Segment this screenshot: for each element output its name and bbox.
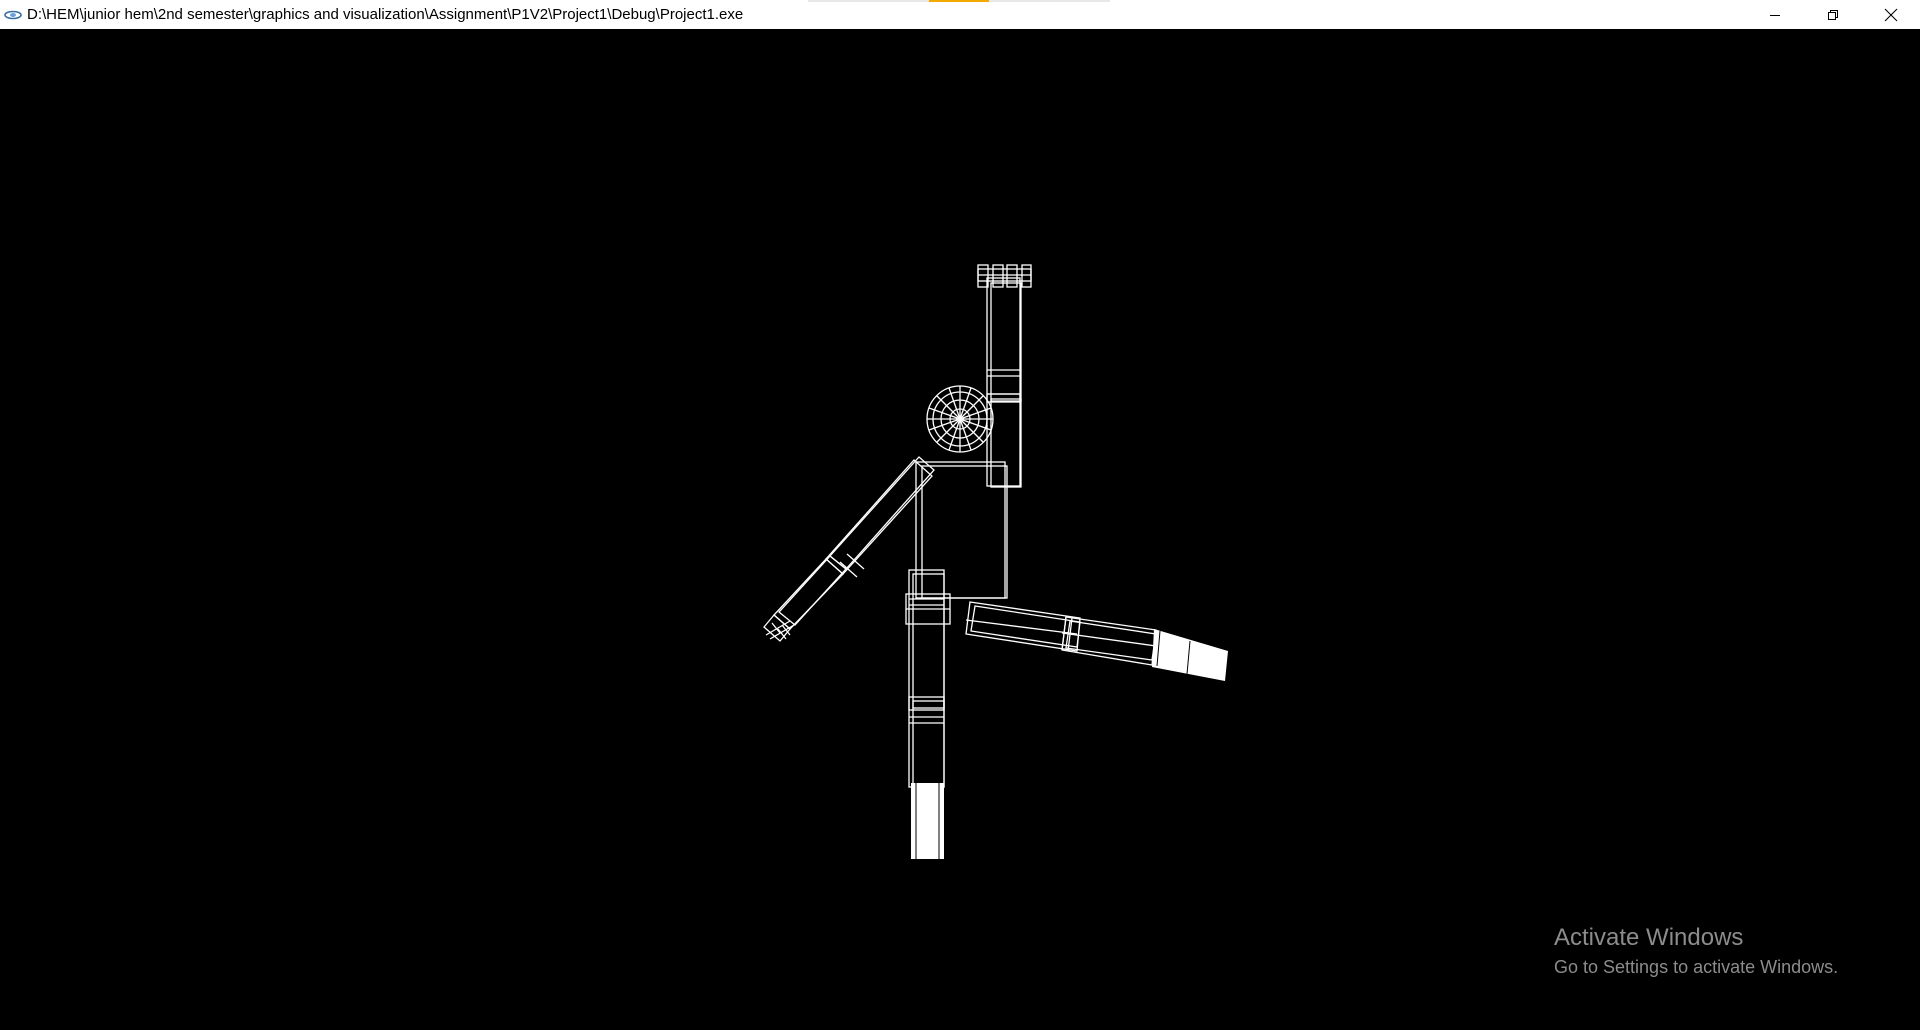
title-bar[interactable]: D:\HEM\junior hem\2nd semester\graphics … xyxy=(0,0,1920,29)
minimize-icon xyxy=(1770,14,1780,16)
close-button[interactable] xyxy=(1862,0,1920,29)
wireframe-robot-scene xyxy=(763,264,1228,859)
robot-head xyxy=(926,385,994,453)
activation-watermark: Activate Windows Go to Settings to activ… xyxy=(1554,924,1838,978)
restore-icon xyxy=(1828,9,1838,20)
robot-standing-foot xyxy=(911,783,944,859)
minimize-button[interactable] xyxy=(1746,0,1804,29)
robot-raised-arm xyxy=(977,264,1032,488)
close-icon xyxy=(1884,8,1898,21)
restore-button[interactable] xyxy=(1804,0,1862,29)
window-title: D:\HEM\junior hem\2nd semester\graphics … xyxy=(27,6,744,23)
robot-standing-leg xyxy=(908,569,945,788)
title-accent-strip xyxy=(808,0,1110,2)
robot-kicking-foot xyxy=(1152,629,1228,681)
app-window: D:\HEM\junior hem\2nd semester\graphics … xyxy=(0,0,1920,1030)
window-controls xyxy=(1746,0,1920,29)
opengl-viewport[interactable] xyxy=(0,29,1920,1030)
watermark-title: Activate Windows xyxy=(1554,924,1744,951)
title-accent-highlight xyxy=(929,0,989,2)
robot-torso xyxy=(915,461,1008,599)
app-window-icon xyxy=(4,8,24,22)
robot-kicking-leg xyxy=(965,601,1157,666)
watermark-subtitle: Go to Settings to activate Windows. xyxy=(1554,957,1839,977)
